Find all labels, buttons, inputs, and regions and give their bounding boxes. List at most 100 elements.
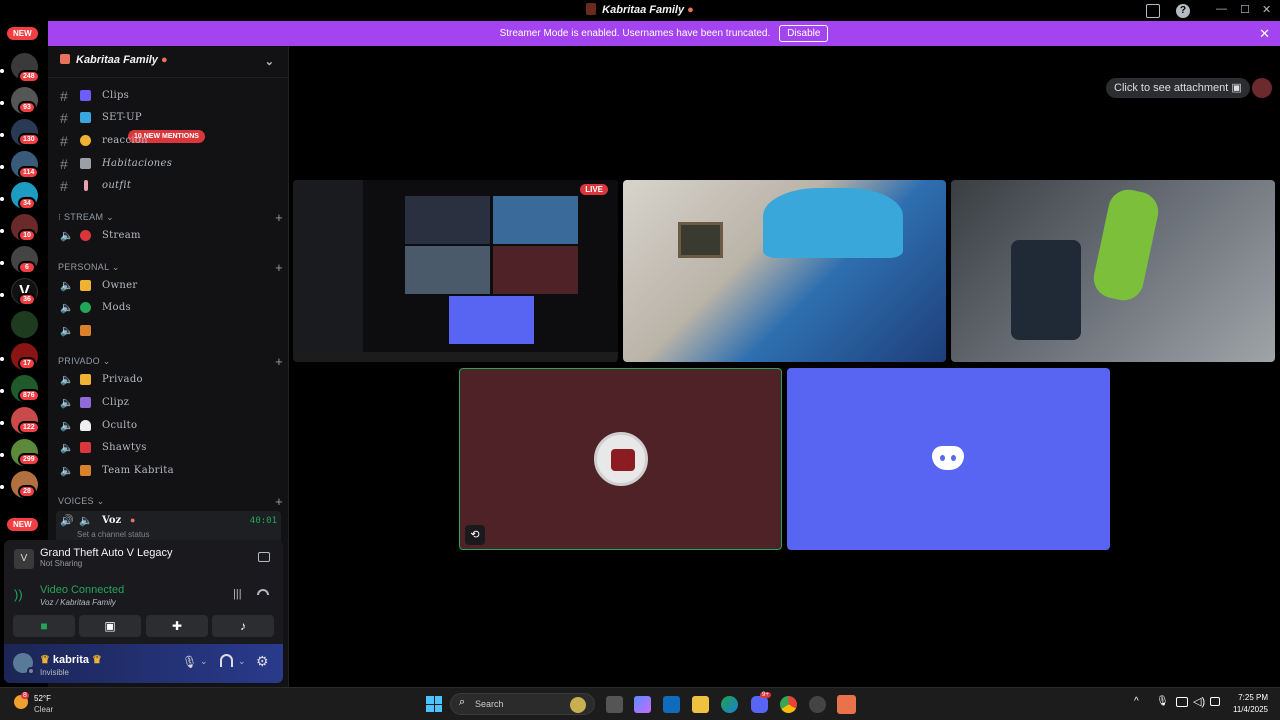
maximize-button[interactable]: ☐ — [1240, 3, 1250, 16]
speaker-icon: 🔈 — [60, 325, 74, 337]
channel-emoji-icon — [80, 397, 91, 408]
screen-share-icon[interactable] — [258, 552, 270, 562]
active-voice-channel[interactable]: 🔊 🔈 Voz ● 40:01 Set a channel status — [56, 511, 281, 543]
new-unreads-badge[interactable]: NEW — [7, 27, 38, 40]
file-explorer-icon[interactable] — [692, 696, 709, 713]
add-channel-icon[interactable]: + — [275, 260, 283, 275]
attachment-button[interactable]: Click to see attachment ▣ — [1106, 78, 1250, 98]
channel-privado[interactable]: 🔈 Privado — [56, 370, 281, 391]
app-icon[interactable] — [837, 695, 856, 714]
windows-start-icon[interactable] — [426, 696, 442, 712]
channel-name: Owner — [102, 280, 138, 291]
category-privado[interactable]: PRIVADO ⌄ + — [58, 354, 283, 369]
close-banner-button[interactable]: ✕ — [1259, 21, 1270, 46]
activities-button[interactable]: ✚ — [146, 615, 208, 637]
unread-indicator — [0, 101, 4, 105]
soundboard-button[interactable]: ♪ — [212, 615, 274, 637]
channel-oculto[interactable]: 🔈 Oculto — [56, 416, 281, 437]
microphone-tray-icon[interactable]: 🎙 — [1156, 696, 1169, 707]
username[interactable]: ♛ kabrita ♛ — [40, 653, 102, 666]
disconnect-icon[interactable] — [257, 589, 269, 595]
outlook-icon[interactable] — [663, 696, 680, 713]
add-channel-icon[interactable]: + — [275, 210, 283, 225]
channel-mods[interactable]: 🔈 Mods — [56, 298, 281, 319]
unread-indicator — [0, 485, 4, 489]
weather-temp[interactable]: 52°F — [34, 694, 51, 703]
channel-name: Habitaciones — [102, 158, 173, 169]
clock-time[interactable]: 7:25 PM — [1230, 693, 1268, 702]
copilot-icon[interactable] — [634, 696, 651, 713]
category-stream[interactable]: ⁝ STREAM ⌄ + — [58, 210, 283, 225]
camera-button[interactable]: ■ — [13, 615, 75, 637]
edge-icon[interactable] — [721, 696, 738, 713]
channel-team-kabrita[interactable]: 🔈 Team Kabrita — [56, 461, 281, 482]
help-icon[interactable]: ? — [1176, 4, 1190, 18]
discord-logo-icon — [932, 446, 964, 470]
pop-out-icon[interactable]: ⟲ — [465, 525, 485, 545]
server-header[interactable]: Kabritaa Family ● ⌄ — [48, 46, 288, 78]
channel-habitaciones[interactable]: # Habitaciones — [56, 154, 281, 175]
chevron-down-icon[interactable]: ⌄ — [265, 55, 274, 68]
inbox-icon[interactable] — [1146, 4, 1160, 18]
channel-name: Voz — [102, 515, 122, 526]
chevron-up-icon[interactable]: ^ — [1134, 696, 1139, 707]
chevron-down-icon[interactable]: ⌄ — [238, 656, 246, 667]
chrome-icon[interactable] — [780, 696, 797, 713]
channel-reaccion[interactable]: # reaccion — [56, 131, 281, 152]
connection-location[interactable]: Voz / Kabritaa Family — [40, 598, 116, 607]
camera-tile[interactable] — [623, 180, 946, 362]
noise-suppression-icon[interactable]: ||| — [233, 588, 242, 600]
clock-date[interactable]: 11/4/2025 — [1222, 705, 1268, 714]
gear-icon[interactable]: ⚙ — [256, 653, 269, 670]
channel-owner[interactable]: 🔈 Owner — [56, 276, 281, 297]
close-window-button[interactable]: ✕ — [1262, 3, 1271, 16]
steam-icon[interactable] — [809, 696, 826, 713]
channel-clipz[interactable]: 🔈 Clipz — [56, 393, 281, 414]
disable-streamer-mode-button[interactable]: Disable — [779, 25, 829, 42]
server-icon[interactable] — [11, 311, 38, 338]
share-screen-button[interactable]: ▣ — [79, 615, 141, 637]
headphones-icon[interactable] — [220, 654, 233, 667]
unread-indicator — [0, 261, 4, 265]
shared-taskbar-thumb — [293, 352, 618, 362]
discord-taskbar-icon[interactable] — [751, 696, 768, 713]
channel-status-input[interactable]: Set a channel status — [77, 530, 150, 539]
display-icon[interactable] — [1176, 697, 1188, 707]
new-unreads-badge[interactable]: NEW — [7, 518, 38, 531]
avatar[interactable] — [1252, 78, 1272, 98]
battery-icon[interactable] — [1210, 697, 1220, 706]
connection-signal-icon[interactable]: )) — [14, 587, 23, 602]
channel-outfit[interactable]: # outfit — [56, 176, 281, 197]
channel-setup[interactable]: # SET-UP — [56, 108, 281, 129]
unread-indicator — [0, 229, 4, 233]
mention-badge: 876 — [18, 389, 40, 402]
taskbar-search[interactable]: ⌕ Search — [450, 693, 595, 715]
plush-toy-thumb — [1090, 186, 1162, 304]
participant-tile[interactable] — [787, 368, 1110, 550]
speaking-participant-tile[interactable]: ⟲ — [459, 368, 782, 550]
channel-stream[interactable]: 🔈 Stream — [56, 226, 281, 247]
add-channel-icon[interactable]: + — [275, 354, 283, 369]
unread-indicator — [0, 421, 4, 425]
activities-icon: ✚ — [171, 619, 183, 633]
category-voices[interactable]: VOICES ⌄ + — [58, 494, 283, 509]
chevron-down-icon[interactable]: ⌄ — [200, 656, 208, 667]
task-view-icon[interactable] — [606, 696, 623, 713]
status-dot — [27, 667, 35, 675]
connection-status[interactable]: Video Connected — [40, 584, 124, 596]
channel-shawtys[interactable]: 🔈 Shawtys — [56, 438, 281, 459]
camera-tile[interactable] — [951, 180, 1275, 362]
screen-share-tile[interactable]: LIVE — [293, 180, 618, 362]
volume-icon[interactable]: ◁) — [1193, 695, 1205, 708]
channel-unnamed[interactable]: 🔈 — [56, 321, 281, 342]
add-channel-icon[interactable]: + — [275, 494, 283, 509]
search-highlight-icon — [570, 697, 586, 713]
category-personal[interactable]: PERSONAL ⌄ + — [58, 260, 283, 275]
weather-desc[interactable]: Clear — [34, 705, 53, 714]
minimize-button[interactable]: — — [1216, 3, 1227, 15]
microphone-icon[interactable]: 🎙 — [182, 655, 197, 669]
channel-emoji-icon — [80, 230, 91, 241]
search-label: Search — [475, 699, 504, 709]
channel-name: reaccion — [102, 135, 148, 146]
channel-clips[interactable]: # Clips — [56, 86, 281, 107]
